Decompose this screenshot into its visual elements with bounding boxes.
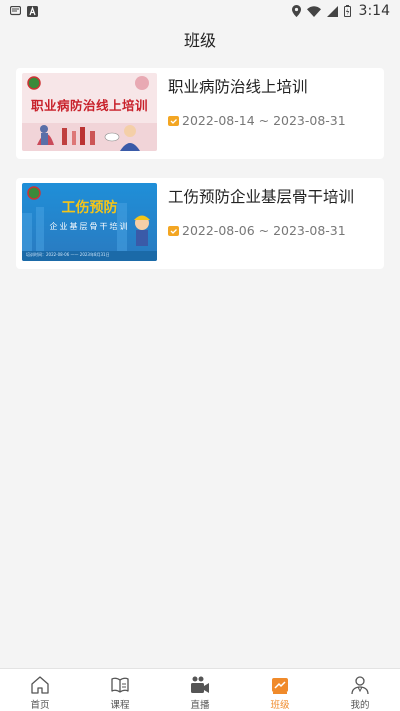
book-icon [109, 674, 131, 696]
nav-label: 我的 [350, 700, 370, 711]
status-right: 3:14 [291, 3, 390, 19]
thumb-title: 职业病防治线上培训 [30, 98, 148, 113]
signal-icon [326, 5, 338, 17]
home-icon [29, 674, 51, 696]
user-icon [349, 674, 371, 696]
class-date: 2022-08-14 ~ 2023-08-31 [168, 113, 378, 128]
class-date-text: 2022-08-06 ~ 2023-08-31 [182, 223, 346, 238]
thumb-title: 工伤预防 [61, 200, 118, 216]
bottom-nav: 首页 课程 直播 班级 我的 [0, 668, 400, 711]
thumb-subtitle: 企业基层骨干培训 [49, 222, 130, 231]
class-date-text: 2022-08-14 ~ 2023-08-31 [182, 113, 346, 128]
status-bar: 3:14 [0, 0, 400, 22]
nav-label: 班级 [270, 700, 290, 711]
nav-label: 直播 [190, 700, 210, 711]
font-icon [27, 5, 38, 17]
class-thumbnail: 工伤预防 企业基层骨干培训 培训时间：2022-08-06 —— 2023年8月… [22, 183, 157, 261]
message-icon [10, 6, 21, 16]
status-left [10, 5, 38, 17]
nav-item-profile[interactable]: 我的 [320, 669, 400, 711]
nav-item-home[interactable]: 首页 [0, 669, 80, 711]
location-icon [291, 5, 301, 17]
class-info: 工伤预防企业基层骨干培训 2022-08-06 ~ 2023-08-31 [168, 183, 378, 238]
class-title: 工伤预防企业基层骨干培训 [168, 188, 355, 206]
class-thumbnail: 职业病防治线上培训 [22, 73, 157, 151]
video-camera-icon [189, 674, 211, 696]
app-header: 班级 [0, 22, 400, 56]
class-card[interactable]: 工伤预防 企业基层骨干培训 培训时间：2022-08-06 —— 2023年8月… [16, 178, 384, 269]
nav-item-class[interactable]: 班级 [240, 669, 320, 711]
page-title: 班级 [183, 31, 216, 50]
nav-item-courses[interactable]: 课程 [80, 669, 160, 711]
classroom-icon [269, 674, 291, 696]
battery-icon [343, 5, 351, 17]
class-date: 2022-08-06 ~ 2023-08-31 [168, 223, 378, 238]
wifi-icon [306, 5, 321, 17]
class-title: 职业病防治线上培训 [168, 78, 308, 96]
class-list: 职业病防治线上培训 职业病防治线上培训 2022-08-14 ~ 2023-08… [16, 68, 384, 288]
nav-label: 课程 [110, 700, 130, 711]
class-card[interactable]: 职业病防治线上培训 职业病防治线上培训 2022-08-14 ~ 2023-08… [16, 68, 384, 159]
status-time: 3:14 [358, 3, 390, 19]
thumb-footer: 培训时间：2022-08-06 —— 2023年8月31日 [26, 252, 110, 257]
nav-label: 首页 [30, 700, 50, 711]
calendar-icon [168, 115, 179, 126]
class-info: 职业病防治线上培训 2022-08-14 ~ 2023-08-31 [168, 73, 378, 128]
calendar-icon [168, 225, 179, 236]
nav-item-live[interactable]: 直播 [160, 669, 240, 711]
